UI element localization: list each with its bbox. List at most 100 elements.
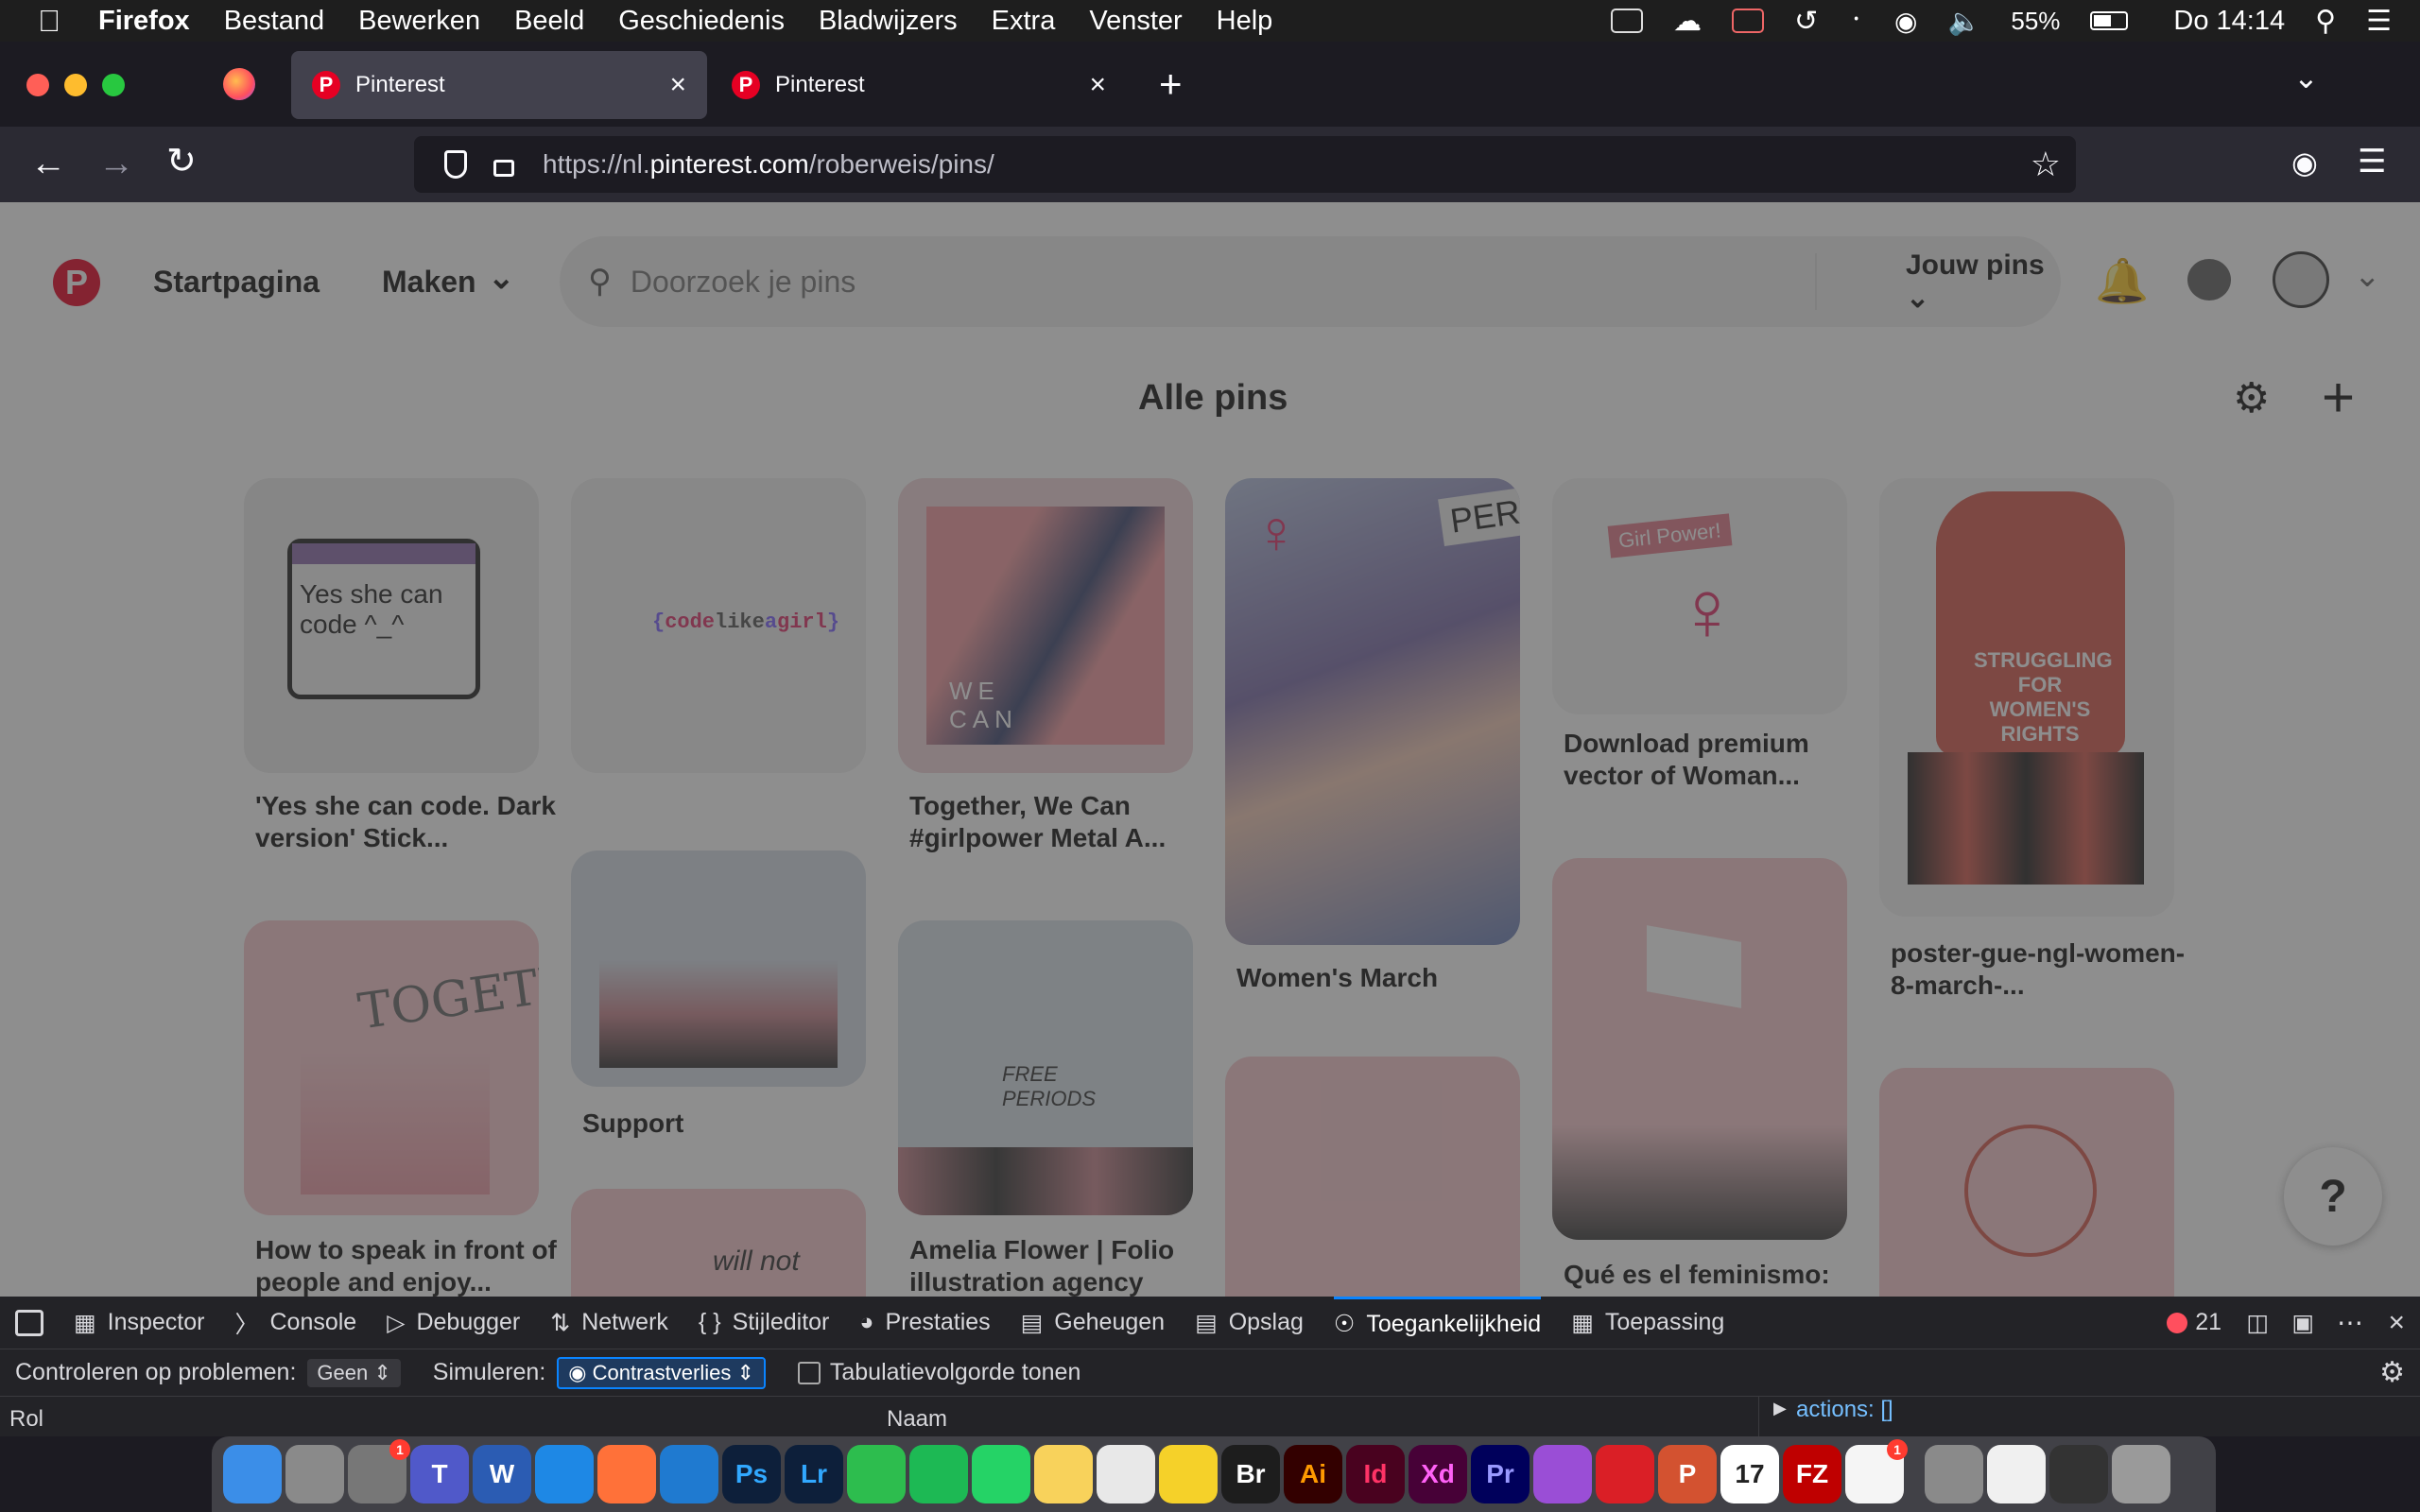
menu-bladwijzers[interactable]: Bladwijzers [819, 6, 958, 37]
premiere-icon[interactable]: Pr [1471, 1445, 1530, 1503]
system-preferences-icon[interactable]: 1 [348, 1439, 410, 1503]
illustrator-icon[interactable]: Ai [1284, 1445, 1342, 1503]
screenshot-icon[interactable] [2049, 1445, 2108, 1503]
menu-geschiedenis[interactable]: Geschiedenis [618, 6, 785, 37]
pin-caption[interactable]: 'Yes she can code. Dark version' Stick..… [255, 790, 558, 854]
tab-order-checkbox[interactable] [797, 1361, 821, 1384]
tab-style-editor[interactable]: { } Stijleditor [699, 1297, 829, 1349]
list-all-tabs-icon[interactable]: ⌄ [2293, 62, 2319, 93]
notifications-bell-icon[interactable]: 🔔 [2095, 255, 2149, 307]
pocket-icon[interactable]: ◉ [2291, 147, 2318, 178]
document-icon[interactable] [1987, 1445, 2046, 1503]
apple-icon[interactable]:  [38, 4, 60, 39]
pin-card[interactable] [1879, 1068, 2174, 1297]
pinterest-logo-icon[interactable]: P [53, 259, 100, 306]
bluetooth-icon[interactable]: ᛫ [1848, 6, 1864, 36]
check-issues-select[interactable]: Geen ⇕ [307, 1358, 401, 1387]
pick-element-icon[interactable] [15, 1309, 43, 1336]
safari-icon[interactable] [535, 1445, 594, 1503]
window-close-button[interactable] [26, 74, 49, 96]
trash-icon[interactable] [2112, 1445, 2170, 1503]
time-machine-icon[interactable]: ↺ [1794, 5, 1818, 38]
powerpoint-icon[interactable]: P [1658, 1445, 1717, 1503]
pin-caption[interactable]: Women's March [1236, 962, 1539, 994]
pin-card[interactable]: Yes she can code ^_^ [244, 478, 539, 773]
pin-card[interactable] [1225, 1057, 1520, 1297]
account-chevron-down-icon[interactable]: ⌄ [2354, 257, 2381, 295]
calendar-icon[interactable]: 17 [1720, 1445, 1779, 1503]
whatsapp-icon[interactable] [972, 1445, 1030, 1503]
pin-card[interactable]: FREE PERIODS [898, 920, 1193, 1215]
photoshop-icon[interactable]: Ps [722, 1445, 781, 1503]
url-text[interactable]: https://nl.pinterest.com/roberweis/pins/ [543, 149, 994, 180]
profile-avatar[interactable] [2273, 251, 2329, 308]
firefox-icon[interactable] [597, 1445, 656, 1503]
firefox-view-icon[interactable] [223, 68, 255, 100]
menubar-app-name[interactable]: Firefox [98, 6, 190, 37]
nav-create-menu[interactable]: Maken [382, 265, 476, 300]
tab-application[interactable]: ▦ Toepassing [1571, 1297, 1724, 1349]
tab-debugger[interactable]: ▷ Debugger [387, 1297, 520, 1349]
spotlight-search-icon[interactable]: ⚲ [2315, 5, 2336, 38]
tab-performance[interactable]: ◕ Prestaties [859, 1297, 990, 1349]
filezilla-icon[interactable]: FZ [1783, 1445, 1841, 1503]
tab-memory[interactable]: ▤ Geheugen [1021, 1297, 1165, 1349]
error-count[interactable]: 21 [2167, 1309, 2221, 1336]
menu-extra[interactable]: Extra [992, 6, 1056, 37]
search-input[interactable]: Doorzoek je pins [631, 265, 856, 300]
bookmark-star-icon[interactable]: ☆ [2031, 145, 2061, 184]
podcasts-icon[interactable] [1533, 1445, 1592, 1503]
pin-card[interactable]: STRUGGLING FOR WOMEN'S RIGHTS [1879, 478, 2174, 917]
window-minimize-button[interactable] [64, 74, 87, 96]
notes-icon[interactable] [1034, 1445, 1093, 1503]
menu-help[interactable]: Help [1217, 6, 1273, 37]
lightroom-icon[interactable]: Lr [785, 1445, 843, 1503]
reload-icon[interactable]: ↻ [166, 144, 197, 180]
accessibility-icon[interactable] [1925, 1445, 1983, 1503]
reminders-icon[interactable]: 1 [1845, 1439, 1908, 1503]
tab-network[interactable]: ⇅ Netwerk [550, 1297, 668, 1349]
responsive-design-icon[interactable]: ▣ [2291, 1309, 2314, 1337]
pin-caption[interactable]: Download premium vector of Woman... [1564, 728, 1866, 792]
bridge-icon[interactable]: Br [1221, 1445, 1280, 1503]
facetime-icon[interactable] [847, 1445, 906, 1503]
pin-card[interactable]: Girl Power! ♀ [1552, 478, 1847, 714]
tab-pinterest[interactable]: P Pinterest × [711, 51, 1127, 119]
search-scope-dropdown[interactable]: Jouw pins ⌄ [1906, 249, 2061, 315]
tab-close-icon[interactable]: × [1089, 69, 1106, 101]
dock-side-icon[interactable]: ◫ [2246, 1309, 2269, 1337]
menubar-clock[interactable]: Do 14:14 [2173, 6, 2285, 37]
menu-bestand[interactable]: Bestand [224, 6, 324, 37]
control-center-icon[interactable]: ☰ [2366, 5, 2392, 38]
new-tab-icon[interactable]: + [1159, 64, 1183, 104]
create-chevron-down-icon[interactable]: ⌄ [488, 259, 515, 297]
simulate-select[interactable]: ◉ Contrastverlies ⇕ [557, 1356, 766, 1389]
spotify-icon[interactable] [909, 1445, 968, 1503]
search-bar[interactable]: ⚲ Doorzoek je pins Jouw pins ⌄ [560, 236, 2061, 327]
forward-icon[interactable]: → [98, 146, 134, 181]
teams-icon[interactable]: T [410, 1445, 469, 1503]
pin-card[interactable]: WE CAN [898, 478, 1193, 773]
pin-caption[interactable]: poster-gue-ngl-women-8-march-... [1891, 937, 2193, 1002]
more-options-icon[interactable]: ⋯ [2337, 1307, 2363, 1338]
tab-console[interactable]: 〉 Console [234, 1297, 356, 1349]
pin-card[interactable] [571, 850, 866, 1087]
pin-card[interactable]: TOGETHER [244, 920, 539, 1215]
pin-card[interactable]: PERS ♀ [1225, 478, 1520, 945]
menu-bewerken[interactable]: Bewerken [358, 6, 480, 37]
battery-icon[interactable] [2090, 11, 2129, 30]
tab-pinterest-active[interactable]: P Pinterest × [291, 51, 707, 119]
chrome-icon[interactable] [1097, 1445, 1155, 1503]
creative-cloud-status-icon[interactable]: ☁ [1673, 5, 1702, 38]
creative-cloud-icon[interactable] [1596, 1445, 1654, 1503]
screen-mirroring-icon[interactable] [1611, 9, 1644, 33]
wifi-icon[interactable]: ◉ [1894, 6, 1917, 37]
pin-caption[interactable]: Qué es el feminismo: [1564, 1259, 1866, 1291]
settings-gear-icon[interactable]: ⚙ [2379, 1356, 2405, 1389]
pin-caption[interactable]: Amelia Flower | Folio illustration agenc… [909, 1234, 1212, 1297]
pin-caption[interactable]: How to speak in front of people and enjo… [255, 1234, 558, 1297]
pin-caption[interactable]: Support [582, 1108, 885, 1140]
screen-capture-icon[interactable] [1732, 9, 1765, 33]
pin-card[interactable]: will not [571, 1189, 866, 1297]
menu-beeld[interactable]: Beeld [514, 6, 584, 37]
